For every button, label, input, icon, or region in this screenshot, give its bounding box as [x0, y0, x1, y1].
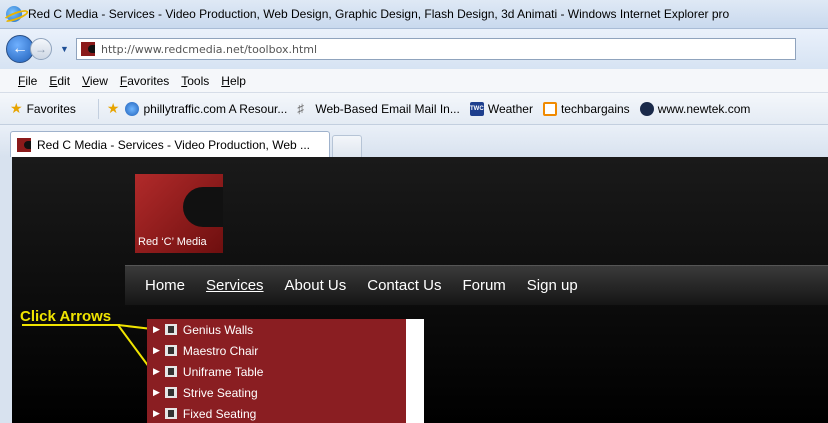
favorite-link-techbargains[interactable]: techbargains: [542, 101, 630, 116]
dropdown-item-label: Uniframe Table: [182, 364, 264, 379]
expand-arrow-icon[interactable]: ▶: [153, 324, 160, 335]
favorites-star-icon[interactable]: ★: [10, 100, 23, 117]
favorites-separator: [97, 98, 99, 119]
dropdown-item-label: Genius Walls: [182, 322, 254, 337]
menu-bar: File Edit View Favorites Tools Help: [0, 69, 828, 93]
site-favicon-icon: [81, 42, 95, 56]
mail-icon: ♯: [297, 100, 304, 116]
nav-sign-up[interactable]: Sign up: [527, 277, 578, 294]
new-tab-button[interactable]: [332, 135, 362, 157]
product-icon: [164, 387, 177, 398]
services-dropdown: ▶ Genius Walls ▶ Maestro Chair ▶ Unifram…: [147, 319, 424, 423]
dropdown-item[interactable]: ▶ Strive Seating: [147, 382, 406, 403]
favorite-link-weather[interactable]: TWC Weather: [469, 101, 533, 116]
product-icon: [164, 324, 177, 335]
forward-button[interactable]: →: [30, 38, 52, 60]
expand-arrow-icon[interactable]: ▶: [153, 366, 160, 377]
favorite-link-label: Web-Based Email Mail In...: [315, 101, 460, 116]
navigation-bar: ← → ▼ http://www.redcmedia.net/toolbox.h…: [0, 29, 828, 69]
menu-file[interactable]: File: [18, 74, 37, 88]
nav-contact-us[interactable]: Contact Us: [367, 277, 441, 294]
favorites-bar: ★ Favorites ★ phillytraffic.com A Resour…: [0, 93, 828, 125]
menu-view[interactable]: View: [82, 74, 108, 88]
favorite-link-label: www.newtek.com: [657, 101, 751, 116]
address-bar[interactable]: http://www.redcmedia.net/toolbox.html: [76, 38, 796, 60]
ie-logo-icon: [6, 6, 22, 22]
dropdown-item-label: Maestro Chair: [182, 343, 259, 358]
tab-row: Red C Media - Services - Video Productio…: [0, 125, 828, 157]
dropdown-item[interactable]: ▶ Genius Walls: [147, 319, 406, 340]
favorite-link-label: phillytraffic.com A Resour...: [143, 101, 288, 116]
dropdown-item[interactable]: ▶ Fixed Seating: [147, 403, 406, 423]
logo-text: Red ‘C’ Media: [138, 236, 207, 248]
favorite-link-label: Weather: [487, 101, 533, 116]
annotation-label: Click Arrows: [20, 308, 112, 325]
favorite-link-phillytraffic[interactable]: phillytraffic.com A Resour...: [125, 101, 288, 116]
window-title: Red C Media - Services - Video Productio…: [28, 7, 730, 21]
tab-label: Red C Media - Services - Video Productio…: [37, 137, 311, 152]
menu-edit[interactable]: Edit: [49, 74, 70, 88]
favorite-link-label: techbargains: [560, 101, 630, 116]
dropdown-item[interactable]: ▶ Maestro Chair: [147, 340, 406, 361]
logo-c-shape: [183, 187, 223, 227]
nav-home[interactable]: Home: [145, 277, 185, 294]
nav-forum[interactable]: Forum: [462, 277, 505, 294]
history-dropdown-icon[interactable]: ▼: [60, 44, 70, 54]
nav-about-us[interactable]: About Us: [285, 277, 347, 294]
expand-arrow-icon[interactable]: ▶: [153, 408, 160, 419]
window-titlebar: Red C Media - Services - Video Productio…: [0, 0, 828, 29]
ie-page-icon: [125, 101, 140, 116]
nav-services[interactable]: Services: [206, 277, 264, 294]
techbargains-icon: [542, 101, 557, 116]
product-icon: [164, 366, 177, 377]
menu-tools[interactable]: Tools: [181, 74, 209, 88]
favorite-link-webmail[interactable]: ♯ Web-Based Email Mail In...: [297, 100, 460, 116]
dropdown-item[interactable]: ▶ Uniframe Table: [147, 361, 406, 382]
tab-red-c-media[interactable]: Red C Media - Services - Video Productio…: [10, 131, 330, 157]
site-nav: Home Services About Us Contact Us Forum …: [125, 265, 828, 305]
site-logo[interactable]: Red ‘C’ Media: [135, 174, 223, 253]
dropdown-item-label: Strive Seating: [182, 385, 258, 400]
add-favorite-icon[interactable]: ★: [107, 100, 120, 117]
expand-arrow-icon[interactable]: ▶: [153, 387, 160, 398]
product-icon: [164, 345, 177, 356]
address-url: http://www.redcmedia.net/toolbox.html: [101, 42, 318, 56]
expand-arrow-icon[interactable]: ▶: [153, 345, 160, 356]
page-frame: [0, 157, 12, 423]
menu-favorites[interactable]: Favorites: [120, 74, 169, 88]
page-content: Red ‘C’ Media Home Services About Us Con…: [0, 157, 828, 423]
newtek-icon: [639, 101, 654, 116]
dropdown-item-label: Fixed Seating: [182, 406, 257, 421]
twc-icon: TWC: [469, 101, 484, 116]
favorite-link-newtek[interactable]: www.newtek.com: [639, 101, 751, 116]
tab-favicon-icon: [17, 137, 31, 152]
product-icon: [164, 408, 177, 419]
menu-help[interactable]: Help: [221, 74, 246, 88]
favorites-button[interactable]: Favorites: [27, 102, 76, 116]
